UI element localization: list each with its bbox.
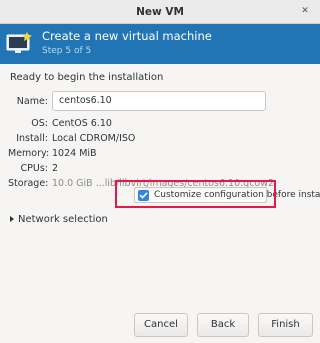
expander-arrow-icon — [10, 216, 14, 222]
memory-value: 1024 MiB — [52, 148, 97, 159]
header-banner: Create a new virtual machine Step 5 of 5 — [0, 24, 320, 64]
os-label: OS: — [31, 118, 48, 129]
banner-title: Create a new virtual machine — [42, 29, 212, 43]
cpus-label: CPUs: — [20, 163, 48, 174]
storage-label: Storage: — [8, 178, 49, 189]
network-selection-expander[interactable]: Network selection — [10, 214, 108, 225]
cpus-value: 2 — [52, 163, 59, 174]
highlight-annotation — [115, 180, 276, 208]
network-selection-label: Network selection — [18, 214, 108, 225]
memory-label: Memory: — [8, 148, 50, 159]
monitor-icon — [6, 32, 32, 53]
close-icon[interactable]: ✕ — [299, 5, 311, 17]
os-value: CentOS 6.10 — [52, 118, 112, 129]
cancel-button[interactable]: Cancel — [134, 313, 188, 337]
install-value: Local CDROM/ISO — [52, 133, 136, 144]
window-title: New VM — [136, 6, 184, 18]
step-indicator: Step 5 of 5 — [42, 46, 92, 56]
vm-name-input[interactable]: centos6.10 — [52, 91, 266, 111]
title-bar: New VM ✕ — [0, 0, 320, 24]
name-label: Name: — [16, 96, 48, 107]
summary-heading: Ready to begin the installation — [10, 72, 164, 83]
finish-button[interactable]: Finish — [258, 313, 313, 337]
install-label: Install: — [16, 133, 48, 144]
back-button[interactable]: Back — [197, 313, 249, 337]
